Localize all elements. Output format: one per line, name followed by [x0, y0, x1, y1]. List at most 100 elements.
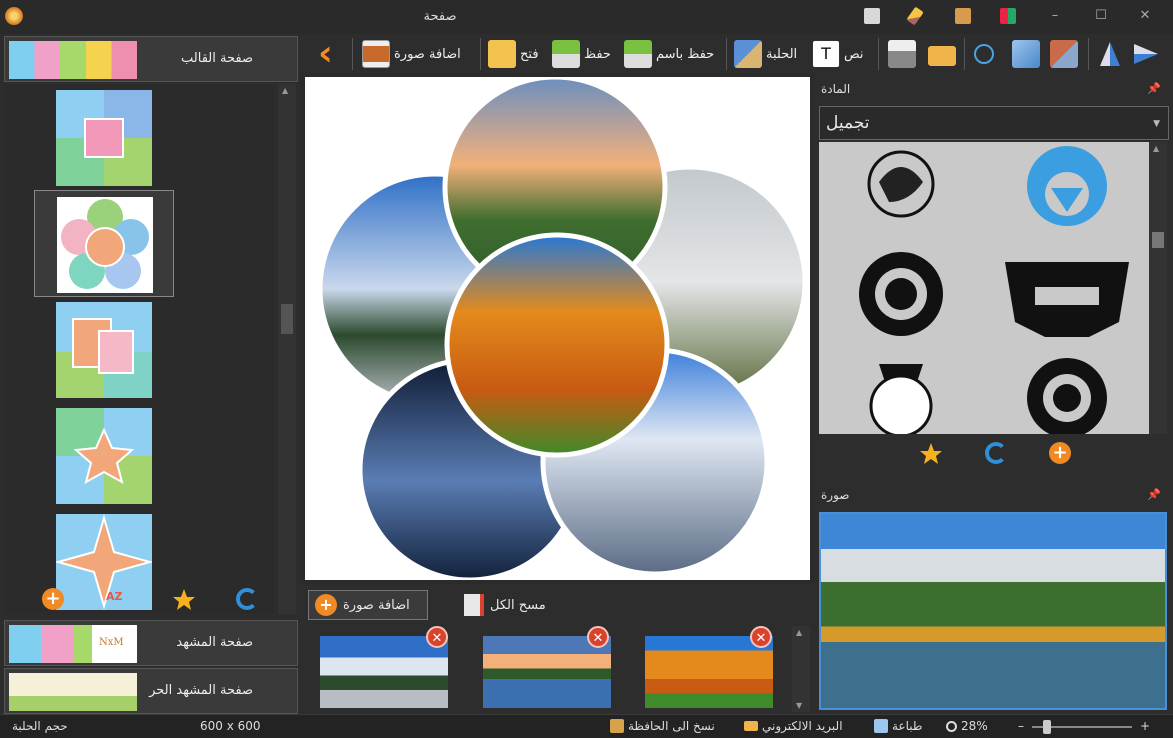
template-actions: + AZ [4, 582, 274, 618]
collage-canvas[interactable] [305, 77, 810, 580]
delete-photo-icon[interactable]: ✕ [426, 626, 448, 648]
scroll-up-icon[interactable]: ▲ [282, 86, 288, 95]
template-item[interactable] [56, 408, 152, 504]
zoom-out-button[interactable]: – [1018, 719, 1024, 733]
envelope-icon [744, 721, 758, 731]
add-template-icon[interactable]: + [42, 588, 64, 610]
toolbar-divider [964, 38, 965, 70]
favorite-star-icon[interactable] [919, 442, 943, 466]
pin-icon[interactable]: 📌 [1147, 82, 1161, 95]
layers-icon [1050, 40, 1078, 68]
clipart-gallery [819, 142, 1149, 434]
scroll-down-icon[interactable]: ▼ [796, 701, 802, 710]
clipart-lion-mask[interactable] [1005, 262, 1129, 337]
email-button[interactable] [928, 37, 956, 71]
copy-icon [1012, 40, 1040, 68]
scroll-up-icon[interactable]: ▲ [1153, 144, 1159, 153]
scene-logo: NxM [99, 637, 124, 648]
zoom-slider[interactable] [1032, 720, 1132, 734]
template-item[interactable] [56, 302, 152, 398]
save-as-button[interactable]: حفظ باسم [624, 37, 714, 71]
delete-photo-icon[interactable]: ✕ [587, 626, 609, 648]
close-button[interactable]: ✕ [1132, 6, 1158, 26]
template-page-header[interactable]: صفحة القالب [4, 36, 298, 82]
toolbar-divider [352, 38, 353, 70]
clipart-lion-tribal[interactable] [859, 252, 943, 336]
status-bar: حجم الحلبة 600 x 600 نسخ الى الحافظة الب… [0, 714, 1173, 738]
printer-icon [888, 40, 916, 68]
zoom-in-button[interactable]: + [1140, 719, 1150, 733]
template-panel: صفحة القالب ▲ + AZ NxM صفحة المشهد صفحة … [0, 34, 300, 714]
save-button[interactable]: حفظ [552, 37, 611, 71]
strip-scrollbar[interactable]: ▲ ▼ [792, 626, 810, 712]
template-page-thumbnail [9, 41, 137, 79]
clipart-lion-crowned[interactable] [869, 364, 933, 434]
background-button[interactable]: الحلبة [734, 37, 797, 71]
sort-az-icon[interactable]: AZ [106, 590, 123, 603]
document-icon[interactable] [864, 8, 880, 24]
delete-photo-icon[interactable]: ✕ [750, 626, 772, 648]
material-category-select[interactable]: تجميل ▼ [819, 106, 1169, 140]
open-button[interactable]: فتح [488, 37, 539, 71]
selected-photo-preview[interactable] [819, 512, 1167, 710]
template-item-selected[interactable] [34, 190, 174, 297]
printer-icon [874, 719, 888, 733]
refresh-icon[interactable] [985, 442, 1007, 464]
cut-button[interactable] [974, 37, 994, 71]
print-button[interactable] [888, 37, 916, 71]
free-scene-page-thumbnail [9, 673, 137, 711]
scroll-thumb[interactable] [281, 304, 293, 334]
clipart-lion-sketch[interactable] [867, 150, 935, 218]
add-clipart-icon[interactable]: + [1049, 442, 1071, 464]
back-button[interactable]: ‹ [318, 36, 333, 72]
canvas-size-label: حجم الحلبة [12, 719, 68, 733]
toolbar-divider [480, 38, 481, 70]
add-circle-icon: + [315, 594, 337, 616]
flip-vertical-button[interactable] [1096, 37, 1124, 71]
email-status-button[interactable]: البريد الالكتروني [744, 719, 843, 733]
copy-button[interactable] [1012, 37, 1040, 71]
scene-page-header[interactable]: NxM صفحة المشهد [4, 620, 298, 666]
collage-photo-autumn-trees[interactable] [444, 232, 670, 458]
add-photo-toolbar-button[interactable]: اضافة صورة [362, 37, 461, 71]
clipart-scrollbar[interactable]: ▲ [1149, 142, 1167, 434]
main-toolbar: ‹ اضافة صورة فتح حفظ حفظ باسم الحلبة T ن… [300, 34, 1173, 74]
background-icon [734, 40, 762, 68]
scroll-thumb[interactable] [1152, 232, 1164, 248]
free-scene-page-header[interactable]: صفحة المشهد الحر [4, 668, 298, 714]
clipart-lion-ornate[interactable] [1027, 358, 1107, 434]
strip-photo-mountain-road[interactable] [320, 636, 448, 708]
pin-icon[interactable]: 📌 [1147, 488, 1161, 501]
layer-button[interactable] [1050, 37, 1078, 71]
toolbar-divider [878, 38, 879, 70]
scene-page-label: صفحة المشهد [176, 635, 253, 650]
flip-vertical-icon [1100, 42, 1120, 66]
zoom-slider-handle[interactable] [1043, 720, 1052, 734]
scroll-up-icon[interactable]: ▲ [796, 628, 802, 637]
people-icon[interactable] [955, 8, 971, 24]
grid-icon[interactable] [1000, 8, 1016, 24]
image-strip: + اضافة صورة مسح الكل ✕ ✕ ✕ ▲ ▼ [300, 584, 815, 714]
flip-horizontal-button[interactable] [1132, 37, 1160, 71]
lion-clipart-grid [859, 146, 1129, 434]
strip-photo-sunset-lake[interactable] [483, 636, 611, 708]
copy-clipboard-button[interactable]: نسخ الى الحافظة [610, 719, 715, 733]
favorite-star-icon[interactable] [172, 588, 196, 612]
text-button[interactable]: T نص [812, 37, 864, 71]
print-status-button[interactable]: طباعة [874, 719, 922, 733]
toolbar-divider [726, 38, 727, 70]
template-item[interactable] [56, 90, 152, 186]
clear-all-button[interactable]: مسح الكل [464, 594, 546, 616]
photo-title: صورة [821, 488, 850, 502]
app-window: صفحة – ☐ ✕ ‹ اضافة صورة فتح حفظ حفظ باسم [0, 0, 1173, 738]
refresh-icon[interactable] [236, 588, 258, 610]
template-list-scrollbar[interactable]: ▲ [278, 84, 296, 614]
maximize-button[interactable]: ☐ [1088, 6, 1114, 26]
toolbar-divider [1088, 38, 1089, 70]
clipart-lion-blue[interactable] [1027, 146, 1107, 226]
free-scene-page-label: صفحة المشهد الحر [149, 683, 253, 698]
strip-photo-autumn-trees[interactable] [645, 636, 773, 708]
add-photo-strip-button[interactable]: + اضافة صورة [308, 590, 428, 620]
minimize-button[interactable]: – [1042, 6, 1068, 26]
pencil-icon[interactable] [906, 6, 924, 26]
